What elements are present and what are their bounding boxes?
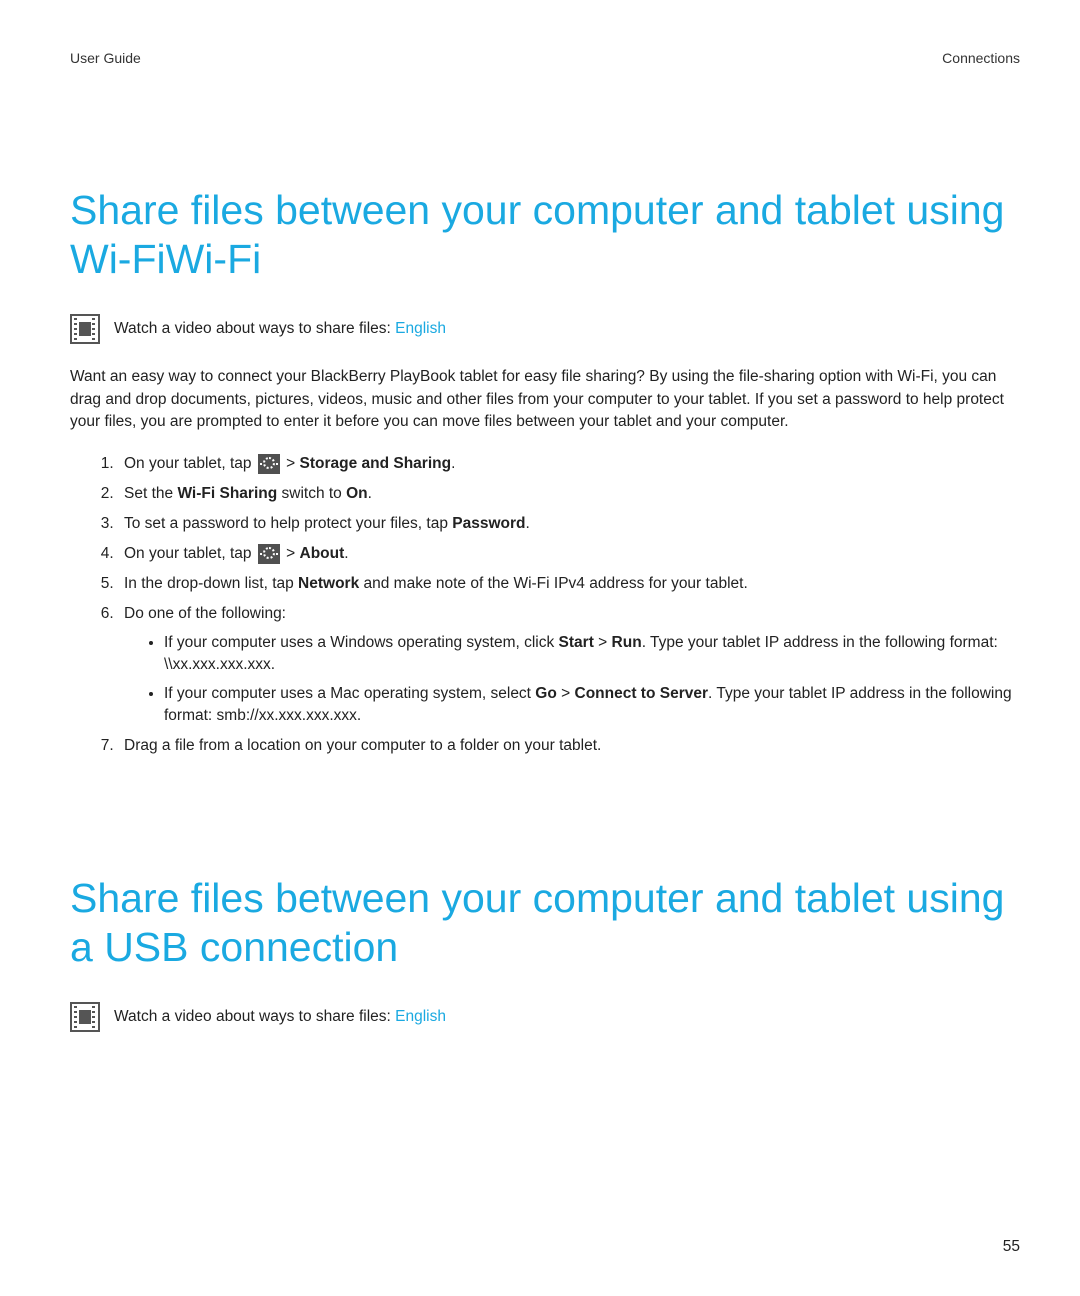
step-6-text: Do one of the following: xyxy=(124,605,286,622)
step-5-text-c: and make note of the Wi-Fi IPv4 address … xyxy=(359,575,748,592)
page-header: User Guide Connections xyxy=(70,50,1020,66)
page-number: 55 xyxy=(1003,1238,1020,1256)
step-6-sub2-c: > xyxy=(557,685,575,702)
video-link-english[interactable]: English xyxy=(395,320,446,337)
video-caption-text: Watch a video about ways to share files: xyxy=(114,320,395,337)
step-6-sub1-c: > xyxy=(594,634,612,651)
step-1-text-b: > xyxy=(282,455,300,472)
step-2-text-a: Set the xyxy=(124,485,177,502)
step-7: Drag a file from a location on your comp… xyxy=(118,734,1020,758)
step-4-text-b: > xyxy=(282,545,300,562)
intro-paragraph-wifi: Want an easy way to connect your BlackBe… xyxy=(70,366,1020,433)
step-4-text-a: On your tablet, tap xyxy=(124,545,256,562)
video-link-english-usb[interactable]: English xyxy=(395,1008,446,1025)
step-6-sub1-a: If your computer uses a Windows operatin… xyxy=(164,634,559,651)
step-4-text-d: . xyxy=(344,545,348,562)
step-6-sub1-d: Run xyxy=(612,634,642,651)
step-6-sub2-b: Go xyxy=(535,685,557,702)
video-caption-wifi: Watch a video about ways to share files:… xyxy=(114,320,446,338)
step-1-text-a: On your tablet, tap xyxy=(124,455,256,472)
step-6-sub2-a: If your computer uses a Mac operating sy… xyxy=(164,685,535,702)
step-6-sublist: If your computer uses a Windows operatin… xyxy=(124,632,1020,728)
step-4: On your tablet, tap > About. xyxy=(118,542,1020,566)
video-caption-text-usb: Watch a video about ways to share files: xyxy=(114,1008,395,1025)
step-3-text-c: . xyxy=(526,515,530,532)
step-2-text-b: Wi-Fi Sharing xyxy=(177,485,277,502)
step-2: Set the Wi-Fi Sharing switch to On. xyxy=(118,482,1020,506)
step-6-sub2-d: Connect to Server xyxy=(575,685,709,702)
step-5-text-b: Network xyxy=(298,575,359,592)
steps-list-wifi: On your tablet, tap > Storage and Sharin… xyxy=(70,452,1020,758)
step-2-text-d: On xyxy=(346,485,368,502)
video-callout-wifi: Watch a video about ways to share files:… xyxy=(70,314,1020,344)
section-title-wifi: Share files between your computer and ta… xyxy=(70,186,1020,284)
step-1: On your tablet, tap > Storage and Sharin… xyxy=(118,452,1020,476)
video-callout-usb: Watch a video about ways to share files:… xyxy=(70,1002,1020,1032)
step-3: To set a password to help protect your f… xyxy=(118,512,1020,536)
film-icon xyxy=(70,1002,100,1032)
step-6-sub-windows: If your computer uses a Windows operatin… xyxy=(164,632,1020,677)
settings-icon xyxy=(258,454,280,474)
header-right: Connections xyxy=(942,50,1020,66)
step-2-text-c: switch to xyxy=(277,485,346,502)
step-1-text-d: . xyxy=(451,455,455,472)
step-6-sub1-b: Start xyxy=(559,634,594,651)
step-3-text-b: Password xyxy=(452,515,525,532)
section-title-usb: Share files between your computer and ta… xyxy=(70,874,1020,972)
step-5-text-a: In the drop-down list, tap xyxy=(124,575,298,592)
step-1-text-c: Storage and Sharing xyxy=(300,455,452,472)
step-6: Do one of the following: If your compute… xyxy=(118,602,1020,728)
step-6-sub-mac: If your computer uses a Mac operating sy… xyxy=(164,683,1020,728)
step-5: In the drop-down list, tap Network and m… xyxy=(118,572,1020,596)
step-3-text-a: To set a password to help protect your f… xyxy=(124,515,452,532)
header-left: User Guide xyxy=(70,50,141,66)
step-2-text-e: . xyxy=(368,485,372,502)
step-4-text-c: About xyxy=(300,545,345,562)
video-caption-usb: Watch a video about ways to share files:… xyxy=(114,1008,446,1026)
settings-icon xyxy=(258,544,280,564)
document-page: User Guide Connections Share files betwe… xyxy=(0,0,1080,1296)
film-icon xyxy=(70,314,100,344)
